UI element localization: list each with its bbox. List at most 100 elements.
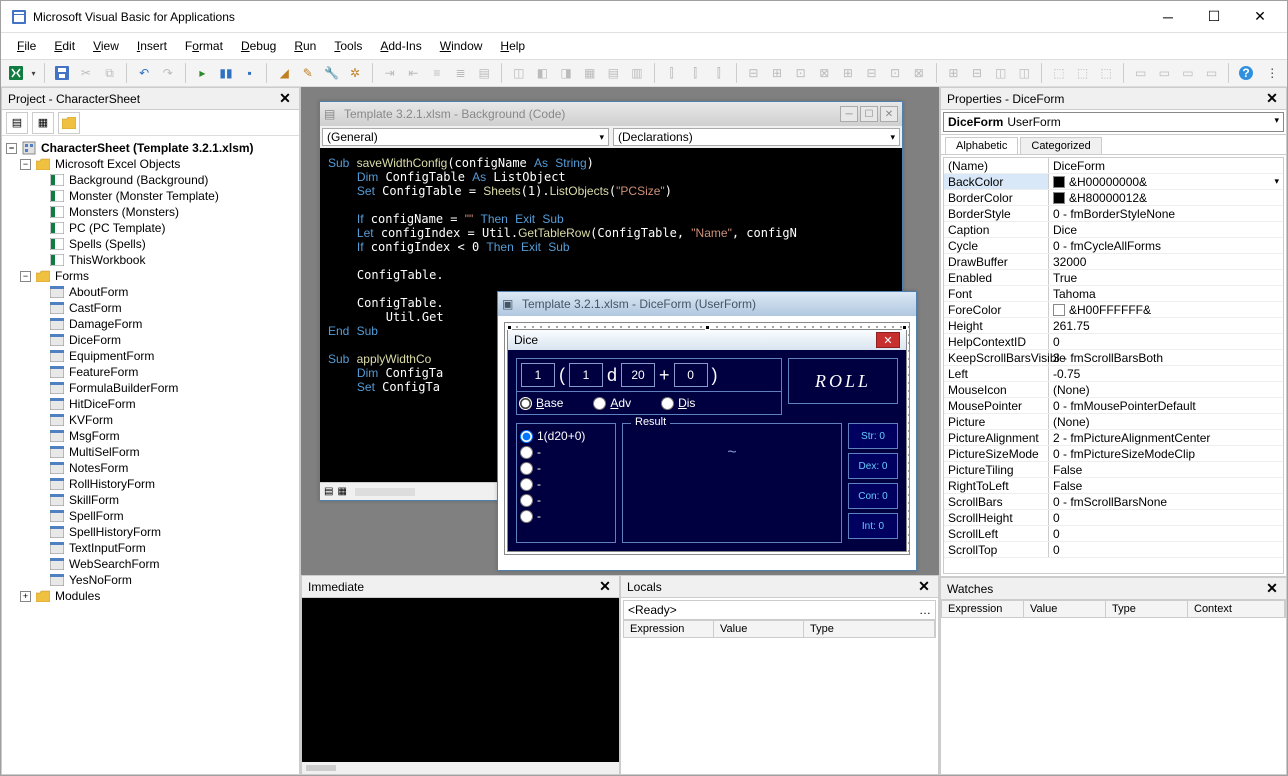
view-code-icon[interactable]: ▤: [6, 112, 28, 134]
close-icon[interactable]: ✕: [876, 332, 900, 348]
menu-view[interactable]: View: [85, 35, 127, 57]
cut-icon[interactable]: ✂: [75, 62, 97, 84]
dice-count-input[interactable]: [521, 363, 555, 387]
tree-item[interactable]: −Forms: [2, 268, 299, 284]
close-icon[interactable]: ✕: [1264, 581, 1280, 597]
tb-icon[interactable]: ⬚: [1072, 62, 1094, 84]
tb-icon[interactable]: ≡: [426, 62, 448, 84]
tb-icon[interactable]: ◫: [508, 62, 530, 84]
properties-grid[interactable]: (Name)DiceFormBackColor&H00000000&▾Borde…: [943, 157, 1284, 574]
tree-item[interactable]: −Microsoft Excel Objects: [2, 156, 299, 172]
dice-userform[interactable]: Dice ✕ (: [507, 329, 907, 552]
property-row[interactable]: PictureSizeMode0 - fmPictureSizeModeClip: [944, 446, 1283, 462]
radio-base[interactable]: Base: [519, 396, 563, 410]
dice-mod-input[interactable]: [674, 363, 708, 387]
code-proc-dropdown[interactable]: (Declarations)▾: [613, 128, 900, 146]
tb-icon[interactable]: ⊟: [743, 62, 765, 84]
close-icon[interactable]: ✕: [277, 91, 293, 107]
tb-icon[interactable]: ⬚: [1048, 62, 1070, 84]
menu-debug[interactable]: Debug: [233, 35, 284, 57]
menu-tools[interactable]: Tools: [326, 35, 370, 57]
stat-button[interactable]: Int: 0: [848, 513, 898, 539]
tree-item[interactable]: SpellHistoryForm: [2, 524, 299, 540]
tb-icon[interactable]: ▭: [1177, 62, 1199, 84]
property-row[interactable]: ScrollBars0 - fmScrollBarsNone: [944, 494, 1283, 510]
close-icon[interactable]: ✕: [597, 579, 613, 595]
property-row[interactable]: (Name)DiceForm: [944, 158, 1283, 174]
outdent-icon[interactable]: ⇤: [403, 62, 425, 84]
tb-icon[interactable]: ◫: [990, 62, 1012, 84]
property-row[interactable]: HelpContextID0: [944, 334, 1283, 350]
menu-edit[interactable]: Edit: [46, 35, 83, 57]
property-row[interactable]: BackColor&H00000000&▾: [944, 174, 1283, 190]
property-row[interactable]: DrawBuffer32000: [944, 254, 1283, 270]
undo-icon[interactable]: ↶: [133, 62, 155, 84]
tree-item[interactable]: PC (PC Template): [2, 220, 299, 236]
wrench-icon[interactable]: 🔧: [321, 62, 343, 84]
tree-item[interactable]: TextInputForm: [2, 540, 299, 556]
property-row[interactable]: Cycle0 - fmCycleAllForms: [944, 238, 1283, 254]
close-icon[interactable]: ✕: [1264, 91, 1280, 107]
scrollbar[interactable]: [306, 765, 336, 771]
tb-icon[interactable]: ⬚: [1095, 62, 1117, 84]
tb-icon[interactable]: ▭: [1130, 62, 1152, 84]
view-excel-icon[interactable]: [5, 62, 27, 84]
dice-sides-input[interactable]: [621, 363, 655, 387]
tree-item[interactable]: YesNoForm: [2, 572, 299, 588]
view-icon[interactable]: ▤: [324, 486, 333, 497]
menu-addins[interactable]: Add-Ins: [372, 35, 429, 57]
property-row[interactable]: BorderColor&H80000012&: [944, 190, 1283, 206]
tb-icon[interactable]: ⊞: [837, 62, 859, 84]
tb-icon[interactable]: ⊡: [790, 62, 812, 84]
tree-item[interactable]: ThisWorkbook: [2, 252, 299, 268]
tree-item[interactable]: EquipmentForm: [2, 348, 299, 364]
radio-dis[interactable]: Dis: [661, 396, 695, 410]
reset-icon[interactable]: ▪: [239, 62, 261, 84]
tb-icon[interactable]: ⊟: [966, 62, 988, 84]
design-mode-icon[interactable]: ◢: [273, 62, 295, 84]
property-row[interactable]: Left-0.75: [944, 366, 1283, 382]
tree-item[interactable]: CastForm: [2, 300, 299, 316]
scrollbar[interactable]: [355, 488, 415, 496]
tb-icon[interactable]: ◧: [532, 62, 554, 84]
property-row[interactable]: Picture(None): [944, 414, 1283, 430]
project-tree[interactable]: −CharacterSheet (Template 3.2.1.xlsm)−Mi…: [2, 136, 299, 774]
property-row[interactable]: KeepScrollBarsVisible3 - fmScrollBarsBot…: [944, 350, 1283, 366]
tree-item[interactable]: NotesForm: [2, 460, 299, 476]
dice-num-input[interactable]: [569, 363, 603, 387]
code-window-title[interactable]: ▤ Template 3.2.1.xlsm - Background (Code…: [320, 102, 902, 126]
break-icon[interactable]: ▮▮: [215, 62, 237, 84]
property-row[interactable]: MousePointer0 - fmMousePointerDefault: [944, 398, 1283, 414]
menu-format[interactable]: Format: [177, 35, 231, 57]
folder-icon[interactable]: [58, 112, 80, 134]
tb-icon[interactable]: ⊟: [861, 62, 883, 84]
tree-item[interactable]: −CharacterSheet (Template 3.2.1.xlsm): [2, 140, 299, 156]
run-icon[interactable]: ▸: [192, 62, 214, 84]
options-list[interactable]: 1(d20+0) - - - - -: [516, 423, 616, 543]
immediate-pane[interactable]: [302, 598, 619, 762]
tree-item[interactable]: KVForm: [2, 412, 299, 428]
tb-icon[interactable]: ≣: [450, 62, 472, 84]
tree-item[interactable]: Spells (Spells): [2, 236, 299, 252]
tb-icon[interactable]: ⊞: [943, 62, 965, 84]
code-object-dropdown[interactable]: (General)▾: [322, 128, 609, 146]
property-row[interactable]: ForeColor&H00FFFFFF&: [944, 302, 1283, 318]
view-object-icon[interactable]: ▦: [32, 112, 54, 134]
tree-item[interactable]: FormulaBuilderForm: [2, 380, 299, 396]
close-button[interactable]: ✕: [1237, 2, 1283, 32]
property-row[interactable]: CaptionDice: [944, 222, 1283, 238]
tree-item[interactable]: HitDiceForm: [2, 396, 299, 412]
tb-icon[interactable]: ⫿: [661, 62, 683, 84]
tb-icon[interactable]: ⊡: [884, 62, 906, 84]
property-row[interactable]: EnabledTrue: [944, 270, 1283, 286]
tb-icon[interactable]: ▭: [1201, 62, 1223, 84]
property-row[interactable]: BorderStyle0 - fmBorderStyleNone: [944, 206, 1283, 222]
radio-adv[interactable]: Adv: [593, 396, 631, 410]
ellipsis-icon[interactable]: …: [919, 603, 931, 617]
menu-file[interactable]: File: [9, 35, 44, 57]
tree-item[interactable]: RollHistoryForm: [2, 476, 299, 492]
property-row[interactable]: ScrollHeight0: [944, 510, 1283, 526]
tree-item[interactable]: Monsters (Monsters): [2, 204, 299, 220]
tree-item[interactable]: MsgForm: [2, 428, 299, 444]
tb-icon[interactable]: ▤: [473, 62, 495, 84]
